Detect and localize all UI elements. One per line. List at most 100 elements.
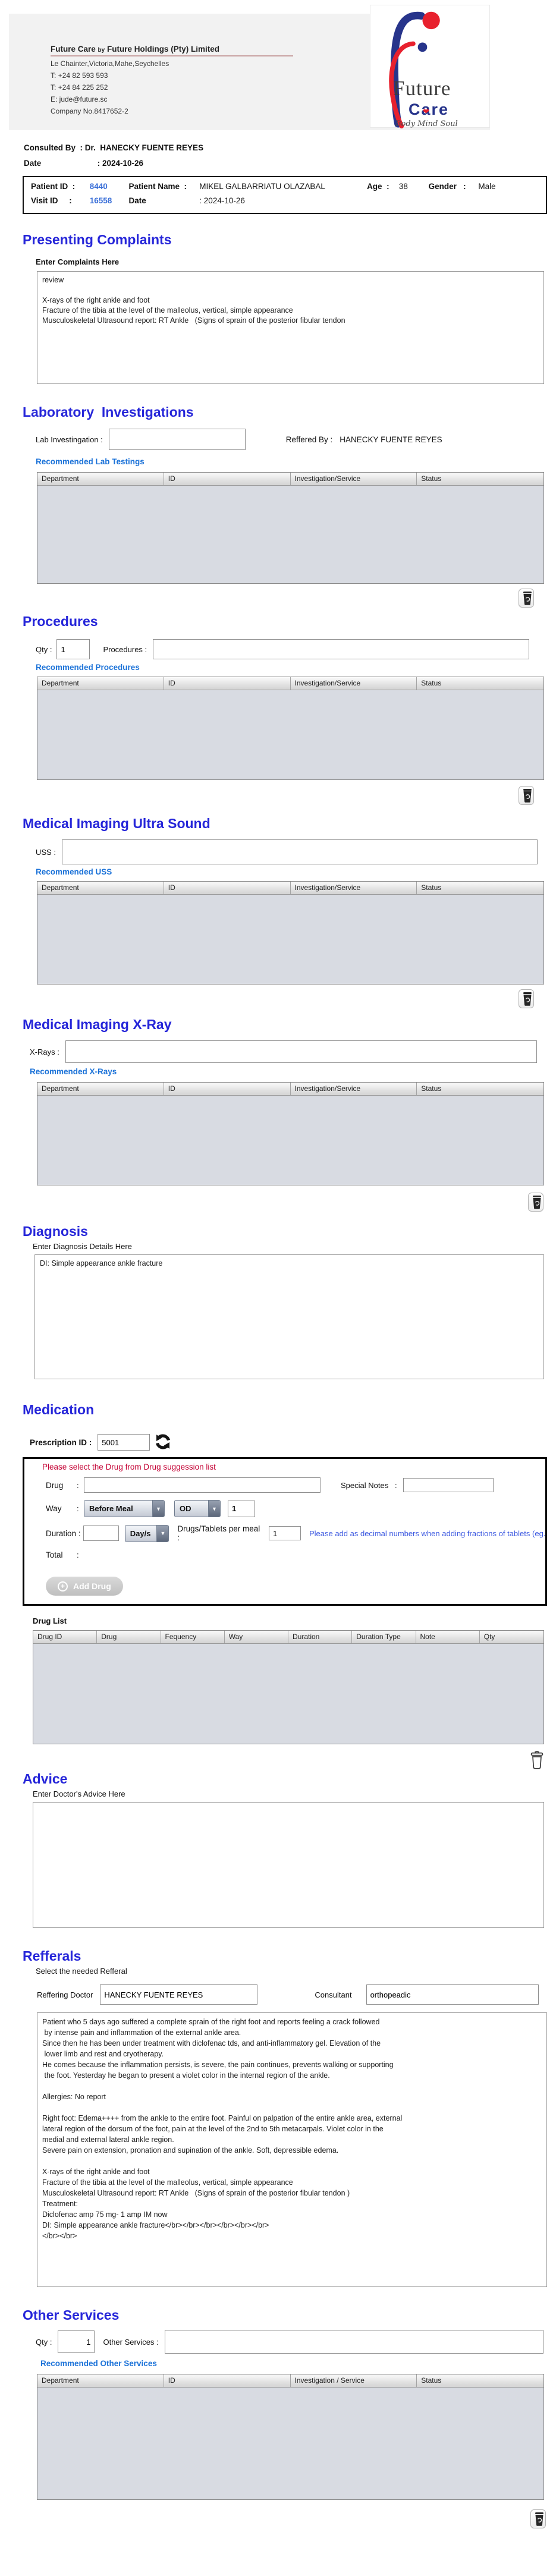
advice-textarea[interactable] xyxy=(33,1802,544,1928)
consulted-by-label: Consulted By : xyxy=(24,143,83,152)
recommended-lab-testings-link[interactable]: Recommended Lab Testings xyxy=(36,457,553,466)
lab-referred-value: HANECKY FUENTE REYES xyxy=(340,435,442,444)
prescription-row: Prescription ID : xyxy=(30,1432,553,1452)
other-services-delete-button[interactable] xyxy=(530,2509,546,2528)
procedures-col-status: Status xyxy=(417,677,543,690)
drug-col-way: Way xyxy=(225,1631,288,1643)
duration-unit-select[interactable]: Day/s▼ xyxy=(125,1525,169,1542)
complaints-textarea[interactable] xyxy=(37,271,544,384)
complaints-label: Enter Complaints Here xyxy=(36,257,553,266)
referring-doctor-input[interactable] xyxy=(100,1984,257,2005)
uss-col-id: ID xyxy=(164,882,291,894)
recommended-procedures-link[interactable]: Recommended Procedures xyxy=(36,663,553,672)
drug-list-delete-button[interactable] xyxy=(529,1750,545,1772)
lab-table-header: Department ID Investigation/Service Stat… xyxy=(37,473,543,486)
consultant-input[interactable] xyxy=(366,1984,539,2005)
meal-select-value: Before Meal xyxy=(84,1501,152,1517)
patient-id-value: 8440 xyxy=(90,182,127,191)
uss-delete-row xyxy=(0,989,534,1008)
referral-doctor-row: Reffering Doctor Consultant xyxy=(37,1984,553,2005)
drug-list-table: Drug ID Drug Fequency Way Duration Durat… xyxy=(33,1630,544,1744)
procedures-table-header: Department ID Investigation/Service Stat… xyxy=(37,677,543,690)
frequency-select[interactable]: OD▼ xyxy=(174,1500,221,1517)
other-col-investigation: Investigation / Service xyxy=(291,2374,417,2387)
company-name-part2: Future Holdings (Pty) Limited xyxy=(105,45,219,54)
xray-delete-button[interactable] xyxy=(528,1193,543,1212)
xray-input[interactable] xyxy=(65,1040,537,1063)
drug-col-duration: Duration xyxy=(288,1631,352,1643)
duration-unit-value: Day/s xyxy=(125,1526,157,1542)
consult-date-label: Date xyxy=(24,159,95,168)
meal-select[interactable]: Before Meal▼ xyxy=(84,1500,165,1517)
referring-doctor-label: Reffering Doctor xyxy=(37,1990,93,1999)
diagnosis-label: Enter Diagnosis Details Here xyxy=(33,1242,553,1251)
uss-delete-button[interactable] xyxy=(519,989,534,1008)
other-col-status: Status xyxy=(417,2374,543,2387)
duration-row: Duration : Day/s▼ Drugs/Tablets per meal… xyxy=(46,1524,545,1542)
referral-note-textarea[interactable] xyxy=(37,2012,547,2287)
procedures-col-investigation: Investigation/Service xyxy=(291,677,417,690)
letterhead: Future Care by Future Holdings (Pty) Lim… xyxy=(9,14,490,130)
other-services-table: Department ID Investigation / Service St… xyxy=(37,2374,544,2500)
referrals-subtitle: Select the needed Refferal xyxy=(36,1967,553,1976)
uss-input[interactable] xyxy=(62,839,538,864)
duration-input[interactable] xyxy=(83,1526,119,1541)
xray-delete-row xyxy=(0,1193,543,1212)
other-services-input[interactable] xyxy=(165,2330,543,2354)
prescription-id-input[interactable] xyxy=(98,1434,150,1451)
xray-col-id: ID xyxy=(164,1083,291,1095)
other-qty-label: Qty : xyxy=(36,2338,52,2347)
procedures-input[interactable] xyxy=(153,639,529,659)
lab-table-body xyxy=(37,486,543,583)
other-services-table-header: Department ID Investigation / Service St… xyxy=(37,2374,543,2388)
consult-date-value: : 2024-10-26 xyxy=(98,159,143,168)
lab-delete-button[interactable] xyxy=(519,589,534,608)
trash-icon xyxy=(521,590,533,606)
procedures-qty-label: Qty : xyxy=(36,645,52,654)
company-name-by: by xyxy=(98,47,105,54)
drug-col-duration-type: Duration Type xyxy=(352,1631,416,1643)
prescription-refresh-button[interactable] xyxy=(155,1433,171,1452)
add-drug-button[interactable]: + Add Drug xyxy=(46,1577,123,1596)
lab-delete-row xyxy=(0,589,534,608)
drug-col-note: Note xyxy=(416,1631,480,1643)
total-row: Total : xyxy=(46,1550,545,1559)
procedures-qty-input[interactable] xyxy=(56,639,90,659)
duration-label: Duration : xyxy=(46,1529,83,1538)
decimal-helper-text: Please add as decimal numbers when addin… xyxy=(309,1529,545,1538)
chevron-down-icon: ▼ xyxy=(208,1501,220,1517)
other-qty-input[interactable] xyxy=(58,2330,95,2353)
lab-col-department: Department xyxy=(37,473,164,485)
xray-table-body xyxy=(37,1096,543,1185)
xray-input-row: X-Rays : xyxy=(30,1040,553,1064)
procedures-title: Procedures xyxy=(23,614,553,630)
lab-investigation-input[interactable] xyxy=(109,429,246,450)
trash-icon xyxy=(531,1194,543,1210)
referrals-title: Refferals xyxy=(23,1948,553,1964)
drug-input[interactable] xyxy=(84,1477,321,1493)
drug-list-body xyxy=(33,1644,543,1744)
recommended-other-services-link[interactable]: Recommended Other Services xyxy=(40,2359,553,2368)
diagnosis-textarea[interactable] xyxy=(34,1254,544,1379)
visit-date-value: : 2024-10-26 xyxy=(199,196,245,205)
uss-table-body xyxy=(37,895,543,984)
xray-col-investigation: Investigation/Service xyxy=(291,1083,417,1095)
other-services-input-row: Qty : Other Services : xyxy=(36,2329,553,2354)
diagnosis-title: Diagnosis xyxy=(23,1223,553,1240)
add-drug-label: Add Drug xyxy=(73,1581,111,1591)
per-meal-input[interactable] xyxy=(269,1526,301,1540)
special-notes-label: Special Notes : xyxy=(341,1481,397,1490)
recommended-xrays-link[interactable]: Recommended X-Rays xyxy=(30,1067,553,1076)
special-notes-input[interactable] xyxy=(403,1478,494,1492)
consulted-by-row: Consulted By : Dr. HANECKY FUENTE REYES xyxy=(24,143,553,152)
lab-table: Department ID Investigation/Service Stat… xyxy=(37,472,544,584)
lab-col-investigation: Investigation/Service xyxy=(291,473,417,485)
refresh-icon xyxy=(155,1433,171,1451)
lab-input-row: Lab Investingation : Reffered By : HANEC… xyxy=(36,427,553,451)
frequency-qty-input[interactable] xyxy=(228,1501,255,1517)
procedures-delete-button[interactable] xyxy=(519,786,534,805)
advice-label: Enter Doctor's Advice Here xyxy=(33,1789,553,1798)
uss-table: Department ID Investigation/Service Stat… xyxy=(37,881,544,985)
drug-list-label: Drug List xyxy=(33,1616,553,1625)
recommended-uss-link[interactable]: Recommended USS xyxy=(36,867,553,876)
